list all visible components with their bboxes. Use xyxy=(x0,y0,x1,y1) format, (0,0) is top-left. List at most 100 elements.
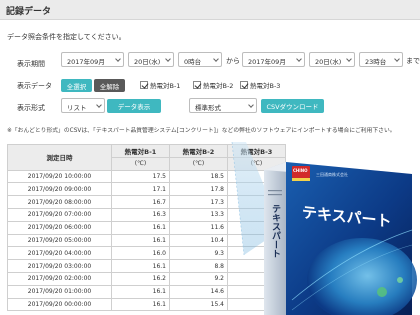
cell-b2: 15.4 xyxy=(169,297,228,312)
channel-label-b3: 熱電対B-3 xyxy=(250,82,281,90)
channel-checkbox-b2[interactable]: 熱電対B-2 xyxy=(193,80,233,92)
channel-label-b1: 熱電対B-1 xyxy=(150,82,181,90)
table-row: 2017/09/20 05:00:0016.110.416.7 xyxy=(7,233,286,248)
channel-checkbox-b3[interactable]: 熱電対B-3 xyxy=(240,80,280,92)
cell-b1: 17.1 xyxy=(111,182,170,197)
cell-b2: 13.3 xyxy=(169,207,228,222)
show-data-button[interactable]: データ表示 xyxy=(107,99,161,113)
data-table: 測定日時 熱電対B-1 熱電対B-2 熱電対B-3 (℃) (℃) (℃) 20… xyxy=(7,144,286,312)
cell-b2: 17.8 xyxy=(169,182,228,197)
csv-format-select[interactable]: 標準形式 xyxy=(189,98,257,113)
table-row: 2017/09/20 06:00:0016.111.616.7 xyxy=(7,220,286,235)
cell-timestamp: 2017/09/20 00:00:00 xyxy=(7,297,112,312)
cell-timestamp: 2017/09/20 06:00:00 xyxy=(7,220,112,235)
cell-b1: 16.1 xyxy=(111,233,170,248)
to-day-select[interactable]: 20日(水) xyxy=(309,52,355,67)
cell-b1: 16.2 xyxy=(111,271,170,286)
unit-b2: (℃) xyxy=(169,156,228,171)
cell-timestamp: 2017/09/20 02:00:00 xyxy=(7,271,112,286)
csv-note: ※「おんどとり形式」のCSVは、「テキスパート品質管理システム[コンクリート]」… xyxy=(7,128,396,134)
cell-timestamp: 2017/09/20 10:00:00 xyxy=(7,169,112,184)
to-year-month-select[interactable]: 2017年09月 xyxy=(242,52,305,67)
checkbox-icon xyxy=(140,81,148,89)
cell-b1: 16.3 xyxy=(111,207,170,222)
table-row: 2017/09/20 10:00:0017.518.518.5 xyxy=(7,169,286,184)
cell-b2: 14.6 xyxy=(169,284,228,299)
chevron-down-icon xyxy=(213,56,219,62)
product-maker: 三田通商株式会社 xyxy=(316,172,348,177)
from-hour-select[interactable]: 0時台 xyxy=(178,52,222,67)
product-box-image: CHINO 三田通商株式会社 テキスパート テキスパート xyxy=(262,160,420,315)
table-row: 2017/09/20 04:00:0016.09.316.7 xyxy=(7,246,286,261)
deselect-all-button[interactable]: 全解除 xyxy=(94,79,125,92)
cell-timestamp: 2017/09/20 08:00:00 xyxy=(7,195,112,209)
to-hour-select[interactable]: 23時台 xyxy=(359,52,403,67)
select-all-button[interactable]: 全選択 xyxy=(61,79,92,92)
page-title: 記録データ xyxy=(6,7,52,17)
from-hour-value: 0時台 xyxy=(184,58,202,66)
cell-b1: 16.7 xyxy=(111,195,170,209)
data-select-label: 表示データ xyxy=(17,82,52,90)
chevron-down-icon xyxy=(96,102,102,108)
product-spine-title: テキスパート xyxy=(270,204,280,258)
chevron-down-icon xyxy=(296,56,302,62)
checkbox-icon xyxy=(193,81,201,89)
column-header-b2: 熱電対B-2 xyxy=(169,144,228,158)
cell-timestamp: 2017/09/20 01:00:00 xyxy=(7,284,112,299)
product-brand-badge: CHINO xyxy=(293,168,308,173)
csv-download-button[interactable]: CSVダウンロード xyxy=(261,99,324,113)
page-header: 記録データ xyxy=(0,0,420,20)
to-day-value: 20日(水) xyxy=(315,58,342,66)
column-header-b1: 熱電対B-1 xyxy=(111,144,170,158)
channel-label-b2: 熱電対B-2 xyxy=(203,82,234,90)
cell-b2: 11.6 xyxy=(169,220,228,235)
from-day-value: 20日(水) xyxy=(134,58,161,66)
cell-b1: 16.1 xyxy=(111,284,170,299)
cell-b2: 9.3 xyxy=(169,246,228,261)
cell-timestamp: 2017/09/20 09:00:00 xyxy=(7,182,112,197)
chevron-down-icon xyxy=(115,56,121,62)
unit-b1: (℃) xyxy=(111,156,170,171)
column-header-b3: 熱電対B-3 xyxy=(227,144,286,158)
to-year-month-value: 2017年09月 xyxy=(248,58,286,66)
cell-b1: 16.1 xyxy=(111,297,170,312)
cell-timestamp: 2017/09/20 03:00:00 xyxy=(7,259,112,273)
cell-timestamp: 2017/09/20 04:00:00 xyxy=(7,246,112,261)
to-hour-value: 23時台 xyxy=(365,58,387,66)
from-year-month-select[interactable]: 2017年09月 xyxy=(61,52,124,67)
cell-timestamp: 2017/09/20 05:00:00 xyxy=(7,233,112,248)
cell-b1: 16.1 xyxy=(111,259,170,273)
column-header-time: 測定日時 xyxy=(7,144,112,171)
chevron-down-icon xyxy=(165,56,171,62)
from-separator: から xyxy=(226,57,240,65)
format-label: 表示形式 xyxy=(17,104,45,112)
cell-b1: 16.0 xyxy=(111,246,170,261)
chevron-down-icon xyxy=(394,56,400,62)
instruction-text: データ照会条件を指定してください。 xyxy=(7,33,126,41)
table-row: 2017/09/20 01:00:0016.114.617.0 xyxy=(7,284,286,299)
cell-b1: 17.5 xyxy=(111,169,170,184)
table-row: 2017/09/20 02:00:0016.29.216.9 xyxy=(7,271,286,286)
cell-b2: 17.3 xyxy=(169,195,228,209)
table-row: 2017/09/20 08:00:0016.717.317.3 xyxy=(7,195,286,209)
from-day-select[interactable]: 20日(水) xyxy=(128,52,174,67)
cell-b1: 16.1 xyxy=(111,220,170,235)
csv-format-value: 標準形式 xyxy=(195,104,221,112)
table-row: 2017/09/20 07:00:0016.313.316.7 xyxy=(7,207,286,222)
cell-b2: 10.4 xyxy=(169,233,228,248)
cell-b2: 18.5 xyxy=(169,169,228,184)
cell-b2: 8.8 xyxy=(169,259,228,273)
display-type-select[interactable]: リスト xyxy=(61,98,105,113)
from-year-month-value: 2017年09月 xyxy=(67,58,105,66)
table-row: 2017/09/20 03:00:0016.18.816.7 xyxy=(7,259,286,273)
chevron-down-icon xyxy=(248,102,254,108)
cell-timestamp: 2017/09/20 07:00:00 xyxy=(7,207,112,222)
checkbox-icon xyxy=(240,81,248,89)
to-separator: まで xyxy=(406,57,420,65)
display-type-value: リスト xyxy=(67,104,87,112)
table-header-row: 測定日時 熱電対B-1 熱電対B-2 熱電対B-3 xyxy=(7,144,286,171)
cell-b2: 9.2 xyxy=(169,271,228,286)
channel-checkbox-b1[interactable]: 熱電対B-1 xyxy=(140,80,180,92)
chevron-down-icon xyxy=(346,56,352,62)
period-label: 表示期間 xyxy=(17,60,45,68)
